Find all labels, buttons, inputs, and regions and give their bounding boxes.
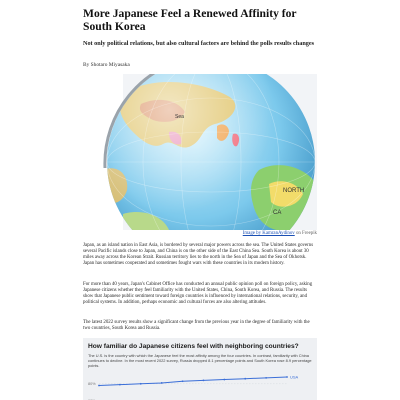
data-point [202,379,205,382]
data-point [139,382,142,385]
article-subtitle: Not only political relations, but also c… [83,40,315,47]
chart-card: How familiar do Japanese citizens feel w… [83,338,317,400]
series-label: USA [290,375,299,380]
image-credit: Image by KamranAydinov on Freepik [83,231,317,237]
globe-label: Sea [175,114,184,120]
data-point [286,376,288,378]
globe-label: NORTH [283,188,304,194]
chart-description: The U.S. is the country with which the J… [88,353,312,368]
article-byline: By Shotaro Miyasaka [83,62,130,68]
globe-illustration: Sea NORTH CA [83,74,317,230]
article-page: More Japanese Feel a Renewed Affinity fo… [0,0,400,400]
data-point [223,378,226,381]
article-title: More Japanese Feel a Renewed Affinity fo… [83,7,297,33]
data-point [98,384,100,387]
globe-photo: Sea NORTH CA [83,74,317,230]
data-point [265,376,268,379]
data-point [160,382,163,384]
article-paragraph: For more than 40 years, Japan's Cabinet … [83,282,313,306]
data-point [118,383,121,386]
chart-title: How familiar do Japanese citizens feel w… [88,343,299,350]
line-chart: 80%60%USA [88,375,299,400]
series-line-usa [98,376,288,386]
globe-label: CA [273,210,281,216]
image-credit-source: on Freepik [294,231,317,236]
article-paragraph: The latest 2022 survey results show a si… [83,320,310,332]
y-tick-label: 80% [88,382,96,386]
data-point [244,377,247,380]
data-point [181,380,184,383]
image-credit-link[interactable]: Image by KamranAydinov [243,231,295,236]
article-paragraph: Japan, as an island nation in East Asia,… [83,243,314,267]
